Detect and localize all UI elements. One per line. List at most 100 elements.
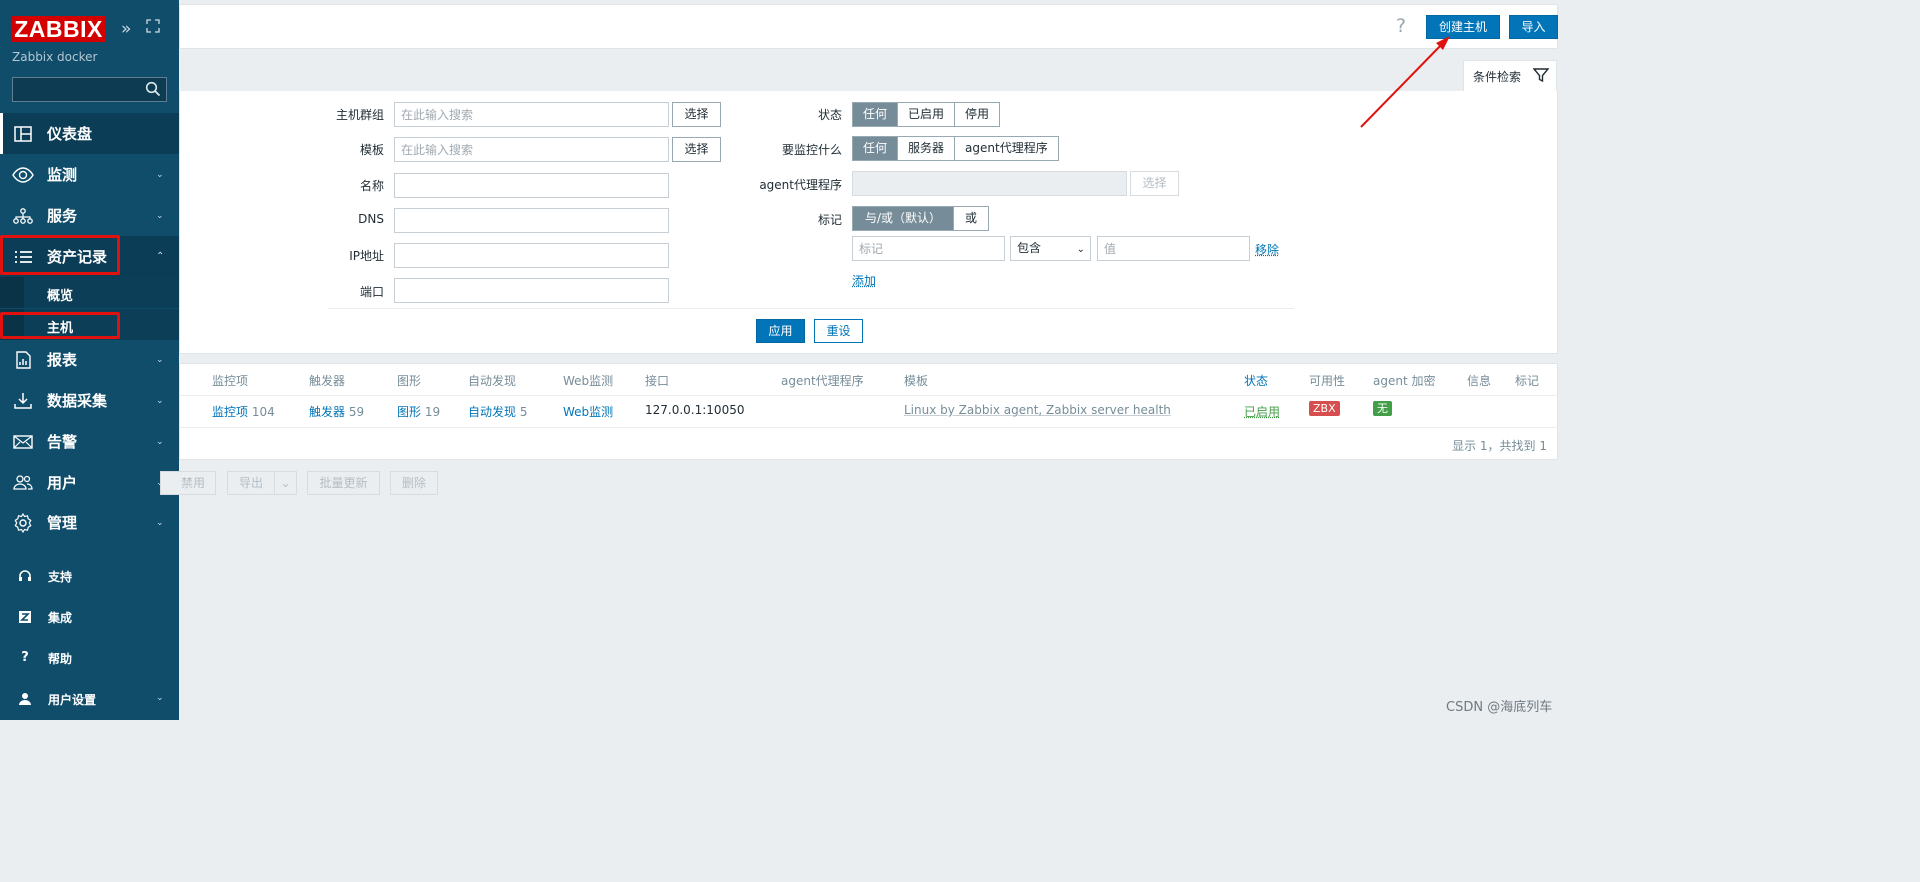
sidebar-item-services[interactable]: 服务 ⌄ (0, 195, 179, 236)
proxy-select-button: 选择 (1130, 171, 1179, 196)
discovery-link[interactable]: 自动发现 (468, 405, 516, 419)
triggers-count: 59 (348, 405, 365, 419)
envelope-icon (13, 435, 33, 449)
sidebar-item-users[interactable]: 用户 ⌄ (0, 462, 179, 503)
chevron-down-icon: ⌄ (156, 210, 164, 221)
sidebar-item-label: 帮助 (48, 652, 73, 666)
port-input[interactable] (394, 278, 669, 303)
download-icon (14, 393, 32, 409)
mass-export-button: 导出 (227, 471, 275, 495)
host-groups-input[interactable] (394, 102, 669, 127)
dns-input[interactable] (394, 208, 669, 233)
reset-button[interactable]: 重设 (814, 319, 863, 343)
sidebar-item-dashboard[interactable]: 仪表盘 (0, 113, 179, 154)
mass-update-button: 批量更新 (307, 471, 380, 495)
column-header-status[interactable]: 状态 (1244, 372, 1268, 389)
tag-remove-link[interactable]: 移除 (1255, 241, 1279, 258)
sidebar-item-data-collection[interactable]: 数据采集 ⌄ (0, 380, 179, 421)
tag-add-link[interactable]: 添加 (852, 272, 876, 289)
encryption-badge: 无 (1373, 401, 1392, 416)
tag-name-input[interactable] (852, 236, 1005, 261)
header-divider (180, 395, 1557, 396)
sidebar-item-alerts[interactable]: 告警 ⌄ (0, 421, 179, 462)
sidebar-item-integrations[interactable]: 集成 (0, 602, 179, 632)
sidebar-item-label: 支持 (48, 570, 73, 584)
mass-disable-button: 禁用 (160, 471, 216, 495)
monitored-by-proxy-option[interactable]: agent代理程序 (954, 137, 1058, 160)
submenu-item-hosts[interactable]: 主机 (0, 309, 179, 340)
list-icon (15, 251, 32, 263)
chevron-down-icon: ⌄ (1076, 244, 1085, 255)
table-stats: 显示 1，共找到 1 (1452, 439, 1547, 453)
filter-panel: 主机群组 选择 模板 选择 名称 DNS IP地址 端口 状态 任何 已启用 停… (179, 91, 1558, 354)
sidebar-item-label: 服务 (47, 207, 78, 225)
column-header-web: Web监测 (563, 374, 614, 388)
sidebar-item-support[interactable]: 支持 (0, 561, 179, 591)
help-icon[interactable]: ? (1396, 15, 1406, 37)
column-header-availability: 可用性 (1309, 374, 1346, 388)
double-chevron-right-icon[interactable]: » (121, 19, 131, 39)
kiosk-mode-icon[interactable] (146, 19, 160, 39)
sidebar-item-help[interactable]: ? 帮助 (0, 643, 179, 673)
dashboard-icon (14, 126, 32, 142)
monitored-by-server-option[interactable]: 服务器 (897, 137, 955, 160)
server-name: Zabbix docker (12, 50, 98, 64)
graphs-count: 19 (424, 405, 441, 419)
users-icon (13, 475, 33, 490)
ip-input[interactable] (394, 243, 669, 268)
apply-button[interactable]: 应用 (756, 319, 805, 343)
filter-tab[interactable]: 条件检索 (1463, 60, 1557, 92)
name-input[interactable] (394, 173, 669, 198)
tags-and-or-option[interactable]: 与/或（默认） (853, 207, 954, 230)
web-link[interactable]: Web监测 (563, 405, 613, 419)
zabbix-logo[interactable]: ZABBIX (12, 16, 105, 42)
monitored-by-label: 要监控什么 (781, 143, 842, 157)
sidebar-search-input[interactable] (13, 78, 141, 101)
z-icon (19, 611, 31, 623)
discovery-cell: 自动发现 5 (468, 403, 527, 420)
page-header: ? 创建主机 导入 (179, 4, 1558, 49)
sidebar-item-administration[interactable]: 管理 ⌄ (0, 502, 179, 543)
search-icon[interactable] (145, 81, 161, 97)
proxy-label: agent代理程序 (759, 178, 842, 192)
chevron-down-icon: ⌄ (156, 169, 164, 180)
host-groups-select-button[interactable]: 选择 (672, 102, 721, 127)
sidebar-item-inventory[interactable]: 资产记录 ⌃ (0, 236, 179, 277)
items-count: 104 (251, 405, 275, 419)
chevron-down-icon: ⌄ (280, 476, 291, 490)
templates-input[interactable] (394, 137, 669, 162)
items-link[interactable]: 监控项 (212, 405, 248, 419)
sidebar-item-reports[interactable]: 报表 ⌄ (0, 339, 179, 380)
status-any-option[interactable]: 任何 (853, 103, 898, 126)
triggers-link[interactable]: 触发器 (309, 405, 345, 419)
submenu-item-overview[interactable]: 概览 (0, 277, 179, 308)
sidebar-search (12, 77, 167, 102)
triggers-cell: 触发器 59 (309, 403, 364, 420)
sidebar-item-label: 仪表盘 (47, 125, 93, 143)
sidebar-item-user-settings[interactable]: 用户设置 ⌄ (0, 684, 179, 714)
zbx-availability-badge[interactable]: ZBX (1309, 401, 1340, 416)
availability-cell: ZBX (1309, 401, 1340, 416)
sidebar-item-monitoring[interactable]: 监测 ⌄ (0, 154, 179, 195)
import-button[interactable]: 导入 (1509, 15, 1558, 39)
tag-operator-select[interactable]: 包含 ⌄ (1010, 236, 1091, 261)
column-header-info: 信息 (1467, 374, 1492, 388)
sidebar-item-label: 集成 (48, 611, 73, 625)
interface-cell: 127.0.0.1:10050 (645, 403, 745, 417)
tags-or-option[interactable]: 或 (953, 207, 989, 230)
templates-select-button[interactable]: 选择 (672, 137, 721, 162)
host-groups-label: 主机群组 (335, 108, 384, 122)
graphs-cell: 图形 19 (397, 403, 440, 420)
status-disabled-option[interactable]: 停用 (954, 103, 1000, 126)
mass-export-dropdown: ⌄ (274, 471, 297, 495)
graphs-link[interactable]: 图形 (397, 405, 421, 419)
services-icon (13, 208, 33, 224)
user-icon (19, 693, 31, 705)
templates-label: 模板 (359, 143, 384, 157)
monitored-by-any-option[interactable]: 任何 (853, 137, 898, 160)
create-host-button[interactable]: 创建主机 (1426, 15, 1500, 39)
templates-cell[interactable]: Linux by Zabbix agent, Zabbix server hea… (904, 403, 1171, 417)
tag-value-input[interactable] (1097, 236, 1250, 261)
status-cell[interactable]: 已启用 (1244, 403, 1280, 420)
status-enabled-option[interactable]: 已启用 (897, 103, 955, 126)
